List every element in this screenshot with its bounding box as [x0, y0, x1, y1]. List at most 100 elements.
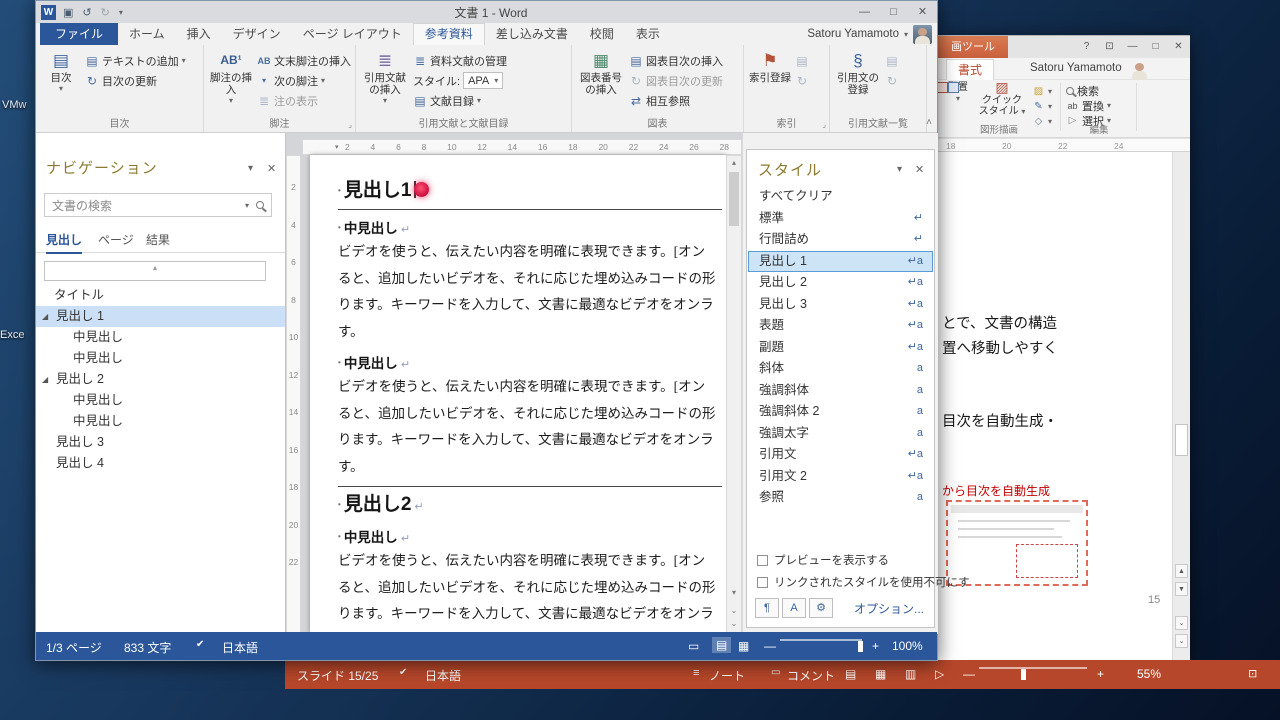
- vertical-ruler[interactable]: 2 4 6 8 10 12 14 16 18 20 22: [286, 155, 301, 634]
- style-item[interactable]: すべてクリア: [748, 186, 933, 208]
- nav-item-heading2[interactable]: ◢ 見出し 2: [36, 369, 285, 390]
- tab-page-layout[interactable]: ページ レイアウト: [292, 23, 413, 45]
- replace-button[interactable]: ab 置換 ▾: [1066, 98, 1111, 113]
- slide-sorter-view-icon[interactable]: ▦: [875, 667, 886, 681]
- insert-footnote-button[interactable]: AB¹ 脚注の挿入 ▾: [207, 47, 255, 113]
- tab-references[interactable]: 参考資料: [412, 23, 485, 45]
- zoom-level[interactable]: 100%: [892, 639, 923, 653]
- nav-item-subheading[interactable]: 中見出し: [36, 348, 285, 369]
- reading-view-icon[interactable]: ▥: [905, 667, 916, 681]
- shape-fill-button[interactable]: ▨ ▾: [1032, 84, 1052, 99]
- ppt-scrollbar[interactable]: ▲ ▼ ⌄ ⌄: [1172, 152, 1190, 661]
- indent-marker-icon[interactable]: ▾: [335, 143, 339, 151]
- comments-button[interactable]: コメント: [787, 667, 835, 684]
- update-table-of-authorities-button[interactable]: ↻: [885, 71, 899, 90]
- add-text-button[interactable]: ▤ テキストの追加 ▾: [85, 51, 185, 70]
- restore-button[interactable]: □: [879, 1, 908, 23]
- search-icon[interactable]: [256, 201, 264, 209]
- arrange-button[interactable]: 配置 ▾: [940, 82, 976, 104]
- tab-format[interactable]: 書式: [946, 59, 995, 80]
- insert-index-button[interactable]: ▤: [795, 51, 809, 70]
- scrollbar-thumb[interactable]: [729, 172, 739, 226]
- web-layout-icon[interactable]: ▦: [738, 639, 749, 653]
- word-count[interactable]: 833 文字: [124, 639, 171, 656]
- document-scrollbar[interactable]: ▴ ▾ ⌄ ⌄: [726, 155, 742, 634]
- close-button[interactable]: ✕: [908, 1, 937, 23]
- jump-to-top-box[interactable]: ▴: [44, 261, 266, 281]
- zoom-slider-thumb[interactable]: [858, 641, 863, 652]
- tab-insert[interactable]: 挿入: [176, 23, 222, 45]
- close-button[interactable]: ✕: [1167, 36, 1190, 58]
- mark-index-entry-button[interactable]: ⚑ 索引登録: [747, 47, 793, 113]
- zoom-out-button[interactable]: —: [963, 667, 975, 681]
- style-item[interactable]: 引用文 ↵a: [748, 444, 933, 466]
- account-area[interactable]: Satoru Yamamoto ▾: [807, 23, 937, 45]
- style-item[interactable]: 参照 a: [748, 487, 933, 509]
- pane-close-icon[interactable]: ✕: [267, 162, 276, 175]
- nav-item-subheading[interactable]: 中見出し: [36, 390, 285, 411]
- style-item[interactable]: 強調太字 a: [748, 423, 933, 445]
- tab-design[interactable]: デザイン: [222, 23, 292, 45]
- insert-table-of-authorities-button[interactable]: ▤: [885, 51, 899, 70]
- style-item[interactable]: 副題 ↵a: [748, 337, 933, 359]
- user-avatar[interactable]: [913, 24, 932, 44]
- style-item[interactable]: 引用文 2 ↵a: [748, 466, 933, 488]
- tab-review[interactable]: 校閲: [579, 23, 625, 45]
- dialog-launcher-icon[interactable]: ⌟: [822, 120, 826, 129]
- drawing-tools-contextual-tab[interactable]: 画ツール: [938, 36, 1008, 58]
- styles-options-link[interactable]: オプション...: [854, 600, 924, 617]
- zoom-slider[interactable]: [780, 639, 862, 641]
- style-item[interactable]: 見出し 3 ↵a: [748, 294, 933, 316]
- scrollbar-thumb[interactable]: [1175, 424, 1188, 456]
- style-item[interactable]: 標準 ↵: [748, 208, 933, 230]
- document-page[interactable]: • 見出し1 • 中見出し ↵ ビデオを使うと、伝えたい内容を明確に表現できます。[オ…: [310, 155, 726, 634]
- slideshow-view-icon[interactable]: ▷: [935, 667, 944, 681]
- minimize-button[interactable]: —: [850, 1, 879, 23]
- tab-home[interactable]: ホーム: [118, 23, 176, 45]
- nav-item-subheading[interactable]: 中見出し: [36, 411, 285, 432]
- shape-outline-button[interactable]: ✎ ▾: [1032, 99, 1052, 114]
- show-notes-button[interactable]: ≣ 注の表示: [257, 91, 351, 110]
- mark-citation-button[interactable]: § 引用文の登録: [833, 47, 883, 113]
- nav-tab-headings[interactable]: 見出し: [46, 231, 83, 254]
- search-dropdown-icon[interactable]: ▾: [245, 201, 249, 210]
- zoom-slider[interactable]: [979, 667, 1087, 669]
- ribbon-options-icon[interactable]: ⊡: [1098, 36, 1121, 58]
- tab-mailings[interactable]: 差し込み文書: [485, 23, 579, 45]
- manage-styles-button[interactable]: ⚙: [809, 598, 833, 618]
- insert-caption-button[interactable]: ▦ 図表番号の挿入: [575, 47, 627, 113]
- next-footnote-button[interactable]: ▾ 次の脚注 ▾: [257, 71, 351, 90]
- update-toc-button[interactable]: ↻ 目次の更新: [85, 71, 186, 90]
- style-item[interactable]: 強調斜体 2 a: [748, 401, 933, 423]
- ppt-slide-area[interactable]: とで、文書の構造 置へ移動しやすく 目次を自動生成・ から目次を自動生成 15 …: [938, 152, 1190, 661]
- slide-counter[interactable]: スライド 15/25: [297, 667, 378, 684]
- new-style-button[interactable]: ¶: [755, 598, 779, 618]
- help-icon[interactable]: ?: [1075, 36, 1098, 58]
- account-name[interactable]: Satoru Yamamoto: [1030, 62, 1122, 74]
- cross-reference-button[interactable]: ⇄ 相互参照: [629, 91, 723, 110]
- restore-button[interactable]: □: [1144, 36, 1167, 58]
- toc-button[interactable]: ▤ 目次 ▾: [39, 47, 83, 113]
- dialog-launcher-icon[interactable]: ⌟: [348, 120, 352, 129]
- tab-view[interactable]: 表示: [625, 23, 671, 45]
- tab-file[interactable]: ファイル: [40, 23, 119, 45]
- notes-button[interactable]: ノート: [709, 667, 745, 684]
- page-indicator[interactable]: 1/3 ページ: [46, 639, 102, 656]
- desktop-icon-label-excel[interactable]: Exce: [0, 329, 24, 341]
- manage-sources-button[interactable]: ≣ 資料文献の管理: [413, 51, 507, 70]
- zoom-in-button[interactable]: +: [1097, 667, 1104, 681]
- print-layout-icon[interactable]: ▤: [712, 637, 732, 653]
- nav-tab-pages[interactable]: ページ: [98, 231, 134, 248]
- horizontal-ruler[interactable]: ▾ 2 4 6 8 10 12 14 16 18 20 22 24 26 28: [302, 139, 742, 155]
- checkbox-icon[interactable]: [757, 576, 768, 588]
- bibliography-button[interactable]: ▤ 文献目録 ▾: [413, 91, 507, 110]
- language-status[interactable]: 日本語: [425, 667, 461, 684]
- collapse-triangle-icon[interactable]: ◢: [42, 369, 48, 390]
- save-icon[interactable]: ▣: [63, 6, 73, 19]
- show-preview-checkbox[interactable]: プレビューを表示する: [757, 552, 889, 568]
- disable-linked-styles-checkbox[interactable]: リンクされたスタイルを使用不可にす: [757, 574, 970, 590]
- pane-close-icon[interactable]: ✕: [915, 163, 924, 176]
- quick-access-dropdown-icon[interactable]: ▾: [119, 8, 123, 17]
- nav-item-subheading[interactable]: 中見出し: [36, 327, 285, 348]
- zoom-in-button[interactable]: +: [872, 639, 879, 653]
